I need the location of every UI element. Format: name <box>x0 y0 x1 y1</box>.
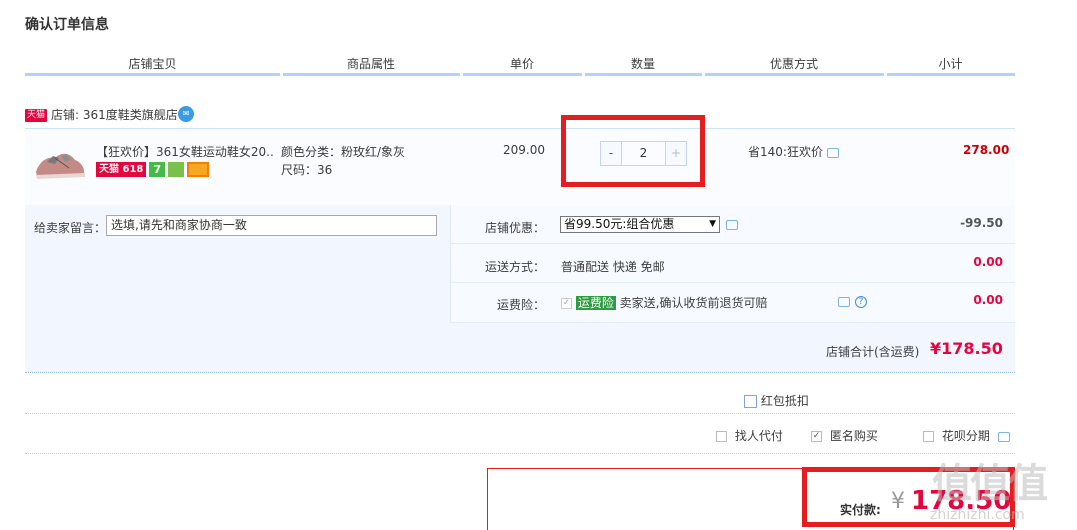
anonymous-option[interactable]: ✓ 匿名购买 <box>811 427 878 444</box>
payment-currency: ¥ <box>891 489 905 514</box>
watermark-url: zhizhizhi.com <box>930 507 1025 523</box>
item-color-attr: 颜色分类：粉玫红/象灰 <box>281 145 406 159</box>
quantity-stepper: - 2 + <box>600 141 687 166</box>
payment-label: 实付款: <box>840 503 881 517</box>
hongbao-option[interactable]: 红包抵扣 <box>744 392 809 409</box>
message-label: 给卖家留言： <box>34 221 107 235</box>
watermark-logo: 值值值 <box>932 461 1048 507</box>
proxy-pay-label: 找人代付 <box>734 429 783 443</box>
item-discount-text: 省140:狂欢价 <box>748 145 823 159</box>
shop-info: 天猫 店铺: 361度鞋类旗舰店 <box>25 106 178 123</box>
column-header-price: 单价 <box>509 57 534 71</box>
shipping-method: 普通配送 快递 免邮 <box>561 260 665 274</box>
insurance-desc: 卖家送,确认收货前退货可赔 <box>619 296 768 310</box>
hongbao-label: 红包抵扣 <box>760 394 809 408</box>
tmall-icon: 天猫 <box>25 109 48 122</box>
comment-icon[interactable] <box>826 147 839 158</box>
column-header-subtotal: 小计 <box>938 57 963 71</box>
anonymous-label: 匿名购买 <box>829 429 878 443</box>
insurance-checkbox: ✓ <box>561 298 572 309</box>
shop-discount-select[interactable]: 省99.50元:组合优惠 ▼ <box>560 216 720 233</box>
shipping-label: 运送方式： <box>484 260 545 274</box>
page-title: 确认订单信息 <box>25 17 109 33</box>
item-discount: 省140:狂欢价 <box>748 143 839 160</box>
item-size-attr: 尺码：36 <box>281 163 333 177</box>
unit-price: 209.00 <box>503 143 545 157</box>
item-badges: 天猫 618 7 <box>96 161 210 177</box>
huabei-checkbox[interactable] <box>923 431 934 442</box>
shop-discount-label: 店铺优惠： <box>484 221 545 235</box>
tmall-618-badge: 天猫 618 <box>96 161 147 177</box>
item-subtotal: 278.00 <box>963 143 1010 157</box>
quantity-input[interactable]: 2 <box>622 142 665 165</box>
seven-day-return-icon: 7 <box>149 161 166 177</box>
help-icon[interactable]: ? <box>855 296 867 308</box>
huabei-option[interactable]: 花呗分期 <box>923 427 1010 444</box>
wangwang-chat-icon[interactable]: ✉ <box>178 106 194 122</box>
header-underline <box>25 73 1015 76</box>
insurance-badge-icon <box>168 161 185 177</box>
huabei-comment-icon[interactable] <box>997 431 1010 442</box>
column-header-item: 店铺宝贝 <box>128 57 177 71</box>
proxy-pay-option[interactable]: 找人代付 <box>716 427 783 444</box>
dropdown-arrow-icon: ▼ <box>709 219 716 229</box>
shop-discount-selected: 省99.50元:组合优惠 <box>564 217 675 231</box>
column-header-quantity: 数量 <box>630 57 655 71</box>
shop-discount-comment-icon[interactable] <box>726 220 738 230</box>
quantity-decrease-button[interactable]: - <box>601 142 622 165</box>
shipping-value: 0.00 <box>973 255 1003 269</box>
insurance-info: ✓ 运费险 卖家送,确认收货前退货可赔 <box>561 294 768 311</box>
quantity-increase-button[interactable]: + <box>665 142 686 165</box>
anonymous-checkbox[interactable]: ✓ <box>811 431 822 442</box>
credit-card-icon <box>187 161 210 177</box>
shop-total-value: ¥178.50 <box>930 339 1003 358</box>
product-thumbnail[interactable] <box>33 142 87 186</box>
insurance-label: 运费险： <box>496 298 545 312</box>
insurance-comment-icon[interactable] <box>838 297 850 307</box>
shop-total-label: 店铺合计(含运费) <box>826 345 920 359</box>
column-header-attributes: 商品属性 <box>346 57 395 71</box>
column-header-discount: 优惠方式 <box>769 57 818 71</box>
shop-name-link[interactable]: 361度鞋类旗舰店 <box>83 108 178 122</box>
hongbao-checkbox[interactable] <box>744 395 757 408</box>
insurance-value: 0.00 <box>973 293 1003 307</box>
insurance-tag: 运费险 <box>575 296 616 310</box>
message-input[interactable]: 选填,请先和商家协商一致 <box>106 215 437 236</box>
shop-label: 店铺: <box>51 108 80 122</box>
proxy-pay-checkbox[interactable] <box>716 431 727 442</box>
shop-discount-value: -99.50 <box>960 216 1003 230</box>
huabei-label: 花呗分期 <box>941 429 990 443</box>
item-title-link[interactable]: 【狂欢价】361女鞋运动鞋女20... <box>96 143 274 160</box>
